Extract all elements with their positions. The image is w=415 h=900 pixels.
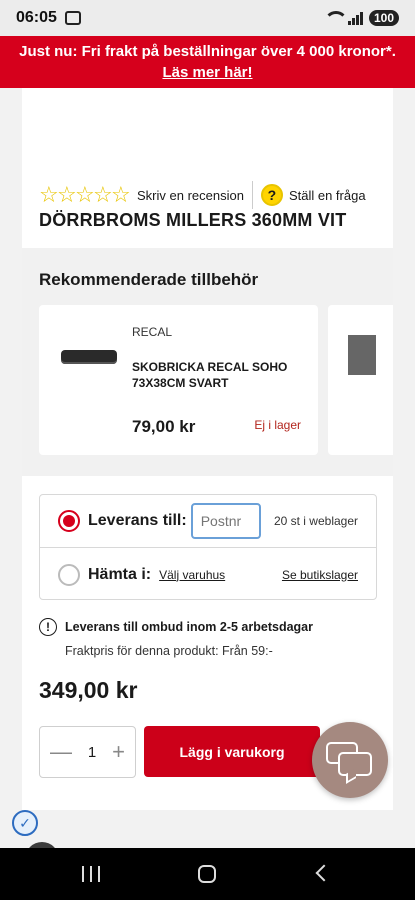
star-outline-icon: ☆ [111, 182, 131, 207]
question-mark-icon: ? [260, 184, 283, 206]
promo-read-more-link[interactable]: Läs mer här! [162, 64, 252, 81]
accessory-image [61, 350, 117, 364]
delivery-radio[interactable] [58, 510, 80, 532]
delivery-label: Leverans till: [88, 512, 187, 529]
status-time: 06:05 [16, 9, 57, 26]
delivery-option-pickup[interactable]: Hämta i: Välj varuhus Se butikslager [40, 548, 376, 601]
accessory-card-partial[interactable] [328, 305, 393, 455]
screenshot-icon [64, 11, 81, 25]
pickup-label: Hämta i: [88, 565, 152, 583]
info-icon: ! [39, 618, 57, 636]
wifi-icon [323, 11, 348, 25]
status-icons: 100 [323, 10, 399, 26]
chat-icon-front [338, 752, 372, 776]
delivery-options: Leverans till: 20 st i weblager Hämta i:… [39, 494, 377, 600]
accessory-price: 79,00 kr [132, 417, 196, 436]
decrease-qty-button[interactable]: — [50, 739, 72, 765]
quantity-stepper: — 1 + [39, 726, 136, 778]
divider [251, 181, 253, 209]
add-to-cart-button[interactable]: Lägg i varukorg [144, 726, 320, 777]
choose-store-link[interactable]: Välj varuhus [159, 568, 225, 582]
star-rating[interactable]: ☆ ☆ ☆ ☆ ☆ [39, 182, 131, 207]
delivery-info-text: Leverans till ombud inom 2-5 arbetsdagar [65, 620, 313, 634]
accessory-stock-status: Ej i lager [254, 418, 301, 432]
home-icon[interactable] [198, 865, 216, 883]
write-review-link[interactable]: Skriv en recension [137, 188, 244, 203]
web-stock-text: 20 st i weblager [273, 514, 358, 528]
quantity-value[interactable]: 1 [88, 744, 96, 761]
star-outline-icon: ☆ [57, 182, 77, 207]
delivery-option-ship[interactable]: Leverans till: 20 st i weblager [40, 495, 376, 548]
accessory-card[interactable]: RECAL SKOBRICKA RECAL SOHO 73X38CM SVART… [39, 305, 318, 455]
increase-qty-button[interactable]: + [112, 739, 125, 765]
accessories-section: Rekommenderade tillbehör RECAL SKOBRICKA… [22, 248, 393, 476]
chat-button[interactable] [312, 722, 388, 798]
promo-banner[interactable]: Just nu: Fri frakt på beställningar över… [0, 36, 415, 88]
status-bar: 06:05 100 [0, 0, 415, 36]
star-outline-icon: ☆ [75, 182, 95, 207]
back-icon[interactable] [315, 864, 333, 882]
product-page: ☆ ☆ ☆ ☆ ☆ Skriv en recension ? Ställ en … [22, 88, 393, 810]
verified-check-icon[interactable]: ✓ [12, 810, 38, 836]
promo-text: Just nu: Fri frakt på beställningar över… [19, 43, 396, 60]
pickup-radio[interactable] [58, 563, 80, 586]
recents-icon[interactable] [82, 866, 100, 882]
accessory-image [348, 335, 376, 375]
store-stock-link[interactable]: Se butikslager [282, 568, 358, 582]
ask-question-link[interactable]: Ställ en fråga [289, 188, 366, 203]
signal-icon [347, 11, 363, 25]
system-nav-bar [0, 848, 415, 900]
battery-icon: 100 [368, 10, 399, 26]
star-outline-icon: ☆ [93, 182, 113, 207]
product-title: DÖRRBROMS MILLERS 360MM VIT [39, 210, 347, 230]
product-price: 349,00 kr [39, 677, 138, 703]
freight-price-text: Fraktpris för denna produkt: Från 59:- [65, 644, 273, 658]
accessory-brand: RECAL [132, 325, 173, 339]
delivery-info: ! Leverans till ombud inom 2-5 arbetsdag… [39, 618, 313, 636]
star-outline-icon: ☆ [39, 182, 59, 207]
rating-row: ☆ ☆ ☆ ☆ ☆ Skriv en recension ? Ställ en … [39, 181, 366, 209]
accessory-name[interactable]: SKOBRICKA RECAL SOHO 73X38CM SVART [132, 359, 302, 391]
postnr-input[interactable] [190, 503, 261, 539]
accessories-heading: Rekommenderade tillbehör [39, 270, 259, 289]
